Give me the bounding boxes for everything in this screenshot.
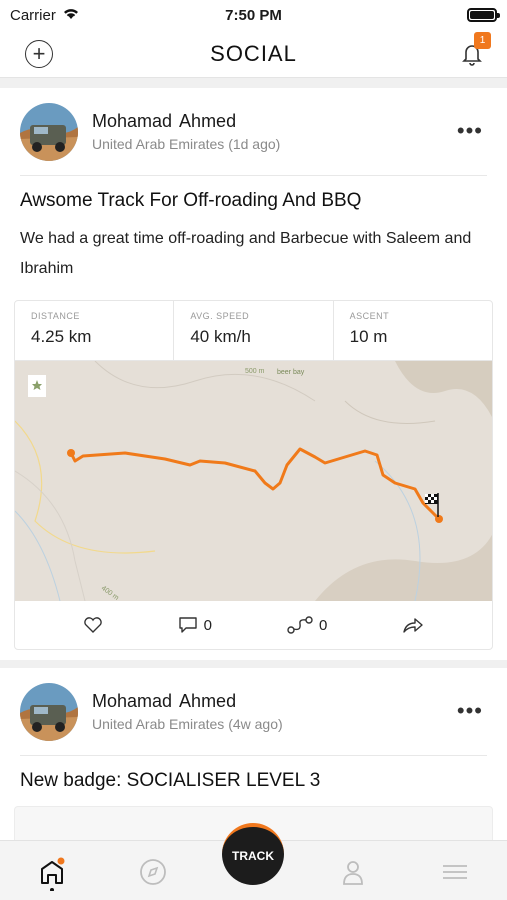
compass-icon [140,859,166,885]
stat-ascent: ASCENT 10 m [334,301,492,360]
notification-count-badge: 1 [474,32,491,49]
stat-avg-speed: AVG. SPEED 40 km/h [174,301,334,360]
route-icon [287,616,313,634]
share-icon [403,618,424,633]
tab-explore[interactable] [138,857,168,887]
post-title: New badge: SOCIALISER LEVEL 3 [20,770,321,791]
author-name[interactable]: Mohamad Ahmed [92,111,280,132]
route-start-marker [67,449,75,457]
post-actions: 0 0 [15,601,492,649]
stat-value: 4.25 km [31,327,92,346]
route-end-marker [435,515,443,523]
route-line [69,447,441,521]
stat-label: ASCENT [349,311,390,321]
heart-icon [83,617,102,633]
feed[interactable]: Mohamad Ahmed United Arab Emirates (1d a… [0,80,507,840]
add-post-button[interactable]: + [25,40,53,68]
avatar[interactable] [20,682,78,741]
tab-bar: TRACK [0,823,507,900]
stat-value: 40 km/h [190,327,251,346]
post-meta: United Arab Emirates (4w ago) [92,716,283,732]
post-card: Mohamad Ahmed United Arab Emirates (4w a… [0,668,507,840]
home-icon [41,857,65,892]
author-name[interactable]: Mohamad Ahmed [92,691,283,712]
map-label-contour: 400 m [100,585,120,601]
route-map-graphic: 500 m beer bay 400 m [15,361,492,601]
notifications-button[interactable]: 1 [457,32,491,68]
more-options-button[interactable]: ••• [457,118,483,144]
map-label-place: beer bay [277,369,305,376]
track-stats: DISTANCE 4.25 km AVG. SPEED 40 km/h ASCE… [15,301,492,361]
comment-count: 0 [203,616,212,634]
share-button[interactable] [402,616,424,634]
post-time: (4w ago) [228,716,283,732]
like-button[interactable] [83,616,103,634]
post-time: (1d ago) [228,136,281,152]
comment-icon [178,617,197,633]
post-card: Mohamad Ahmed United Arab Emirates (1d a… [0,88,507,660]
header: + SOCIAL 1 [0,30,507,78]
tab-menu[interactable] [440,857,470,887]
more-options-button[interactable]: ••• [457,698,483,724]
comment-button[interactable]: 0 [178,616,212,634]
page-title: SOCIAL [210,40,297,66]
stat-distance: DISTANCE 4.25 km [15,301,175,360]
stat-label: AVG. SPEED [190,311,250,321]
tab-profile[interactable] [338,857,368,887]
route-count: 0 [319,616,328,634]
route-share-button[interactable]: 0 [287,615,327,635]
author-location: United Arab Emirates [92,716,225,732]
tab-home[interactable] [38,857,68,892]
post-body: We had a great time off-roading and Barb… [20,230,472,277]
post-meta: United Arab Emirates (1d ago) [92,136,280,152]
status-bar: Carrier 7:50 PM [0,0,507,30]
map-label-peak: 500 m [245,368,265,375]
menu-icon [443,865,467,879]
track-map[interactable]: 500 m beer bay 400 m [15,361,492,601]
post-title: Awsome Track For Off-roading And BBQ [20,190,362,211]
wifi-icon [62,6,80,24]
stat-label: DISTANCE [31,311,80,321]
profile-icon [343,861,363,885]
avatar[interactable] [20,102,78,161]
track-button[interactable]: TRACK [222,823,284,885]
author-location: United Arab Emirates [92,136,225,152]
post-header: Mohamad Ahmed United Arab Emirates (4w a… [20,668,487,756]
stat-value: 10 m [349,327,388,346]
post-header: Mohamad Ahmed United Arab Emirates (1d a… [20,88,487,176]
battery-icon [467,8,500,22]
carrier-label: Carrier [10,6,56,24]
track-card[interactable]: DISTANCE 4.25 km AVG. SPEED 40 km/h ASCE… [14,300,493,650]
